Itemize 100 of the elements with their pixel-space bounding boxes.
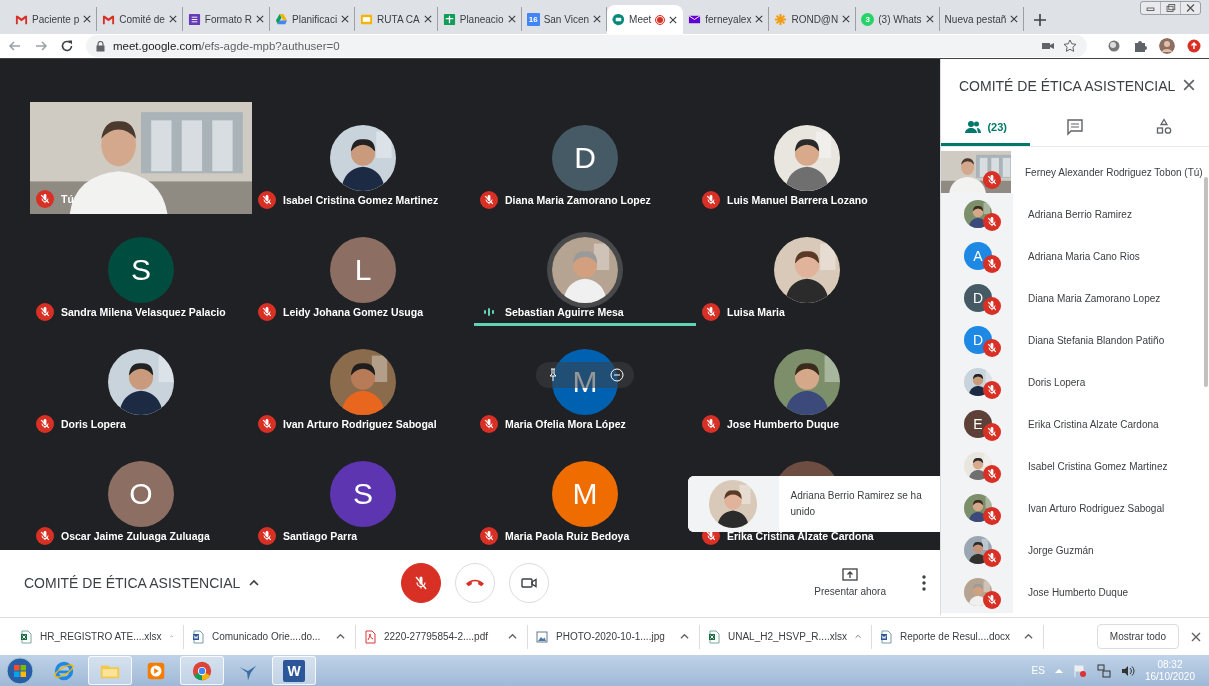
close-icon[interactable]	[341, 15, 350, 23]
download-item[interactable]: Comunicado Orie....do...	[184, 624, 356, 649]
panel-tab[interactable]: (23)	[941, 110, 1031, 146]
slides-icon	[360, 12, 374, 26]
calendar-icon: 16	[526, 12, 540, 26]
envelope-icon	[688, 12, 702, 26]
participant-name: Oscar Jaime Zuluaga Zuluaga	[61, 530, 210, 542]
participant-name: Adriana Berrio Ramirez	[1028, 208, 1132, 220]
profile-avatar[interactable]	[1159, 38, 1175, 54]
browser-tab[interactable]: RUTA CA	[355, 7, 438, 31]
close-icon[interactable]	[669, 15, 678, 24]
forward-icon[interactable]	[34, 39, 48, 53]
participant-name: Luis Manuel Barrera Lozano	[727, 194, 868, 206]
close-icon[interactable]	[593, 15, 602, 23]
address-field[interactable]: meet.google.com/efs-agde-mpb?authuser=0	[86, 35, 1087, 57]
update-icon[interactable]	[1187, 39, 1201, 53]
close-icon[interactable]	[1183, 78, 1195, 91]
caret-up-icon[interactable]	[680, 632, 689, 641]
avatar: S	[108, 237, 174, 303]
browser-tab[interactable]: Planeacio	[437, 7, 522, 31]
document-file-icon	[880, 629, 892, 644]
participant-name: Sebastian Aguirre Mesa	[505, 306, 624, 318]
spreadsheet-file-icon	[20, 629, 32, 644]
participant-name: Isabel Cristina Gomez Martinez	[283, 194, 439, 206]
notification-text: Adriana Berrio Ramirez se ha unido	[789, 489, 923, 519]
camera-button[interactable]	[509, 562, 549, 603]
new-tab-icon[interactable]	[1034, 14, 1047, 26]
close-icon[interactable]	[1010, 15, 1019, 23]
participant-name: Santiago Parra	[283, 530, 358, 542]
download-item[interactable]: HR_REGISTRO ATE....xlsx	[12, 624, 184, 649]
close-icon[interactable]	[755, 15, 764, 23]
close-icon[interactable]	[1191, 631, 1201, 642]
network-icon[interactable]	[1096, 663, 1111, 678]
browser-tab[interactable]: 16 San Vicen	[521, 7, 608, 31]
chat-icon	[1066, 117, 1084, 136]
close-icon[interactable]	[842, 15, 851, 23]
caret-up-icon[interactable]	[336, 632, 345, 641]
caret-up-icon[interactable]	[508, 632, 517, 641]
chat-bubble-icon	[612, 13, 626, 26]
recording-icon	[655, 14, 666, 25]
participant-name: Doris Lopera	[1028, 376, 1086, 388]
close-icon[interactable]	[83, 15, 92, 23]
avatar: M	[552, 349, 618, 415]
close-icon[interactable]	[507, 15, 516, 23]
browser-tab[interactable]: Comité de	[97, 7, 183, 31]
browser-tab[interactable]: Formato R	[182, 7, 271, 31]
spreadsheet-file-icon	[708, 629, 720, 644]
avatar: D	[552, 125, 618, 191]
participant-name: Ivan Arturo Rodriguez Sabogal	[283, 418, 437, 430]
caret-up-icon[interactable]	[1024, 632, 1033, 641]
close-icon[interactable]	[256, 15, 265, 23]
panel-title: COMITÉ DE ÉTICA ASISTENCIAL	[959, 76, 1176, 94]
remove-icon[interactable]	[610, 368, 624, 382]
back-icon[interactable]	[8, 39, 22, 53]
browser-tab[interactable]: Nueva pestañ	[939, 7, 1025, 31]
browser-tab[interactable]: Meet	[607, 5, 684, 34]
extension-circle-icon[interactable]	[1107, 39, 1121, 53]
participant-name: Erika Cristina Alzate Cardona	[727, 530, 874, 542]
taskbar-app[interactable]	[180, 656, 224, 685]
microphone-button[interactable]	[401, 562, 441, 603]
close-icon[interactable]	[168, 15, 177, 23]
asterisk-icon	[774, 12, 788, 26]
drive-icon	[275, 12, 289, 26]
browser-tab[interactable]: Planificaci	[270, 7, 356, 31]
browser-tab[interactable]: Paciente p	[10, 7, 98, 31]
puzzle-icon[interactable]	[1133, 39, 1147, 53]
browser-tab[interactable]: ROND@N	[769, 7, 857, 31]
taskbar-app[interactable]: W	[272, 656, 316, 685]
star-icon[interactable]	[1063, 39, 1077, 53]
participant-name: Ivan Arturo Rodriguez Sabogal	[1028, 502, 1165, 514]
participant-name: Doris Lopera	[61, 418, 126, 430]
start-button[interactable]	[4, 655, 36, 686]
document-file-icon	[192, 629, 204, 644]
participant-name: Erika Cristina Alzate Cardona	[1028, 418, 1159, 430]
browser-tab[interactable]: 3 (3) Whats	[856, 7, 940, 31]
participant-name: Ferney Alexander Rodriguez Tobon (Tú)	[1025, 166, 1203, 178]
browser-tab[interactable]: ferneyalex	[683, 7, 770, 31]
participant-name: Tú	[61, 193, 74, 205]
participant-name: Luisa Maria	[727, 306, 785, 318]
participant-name: Maria Ofelia Mora López	[505, 418, 626, 430]
scrollbar[interactable]	[1204, 177, 1208, 387]
flag-icon[interactable]	[1072, 663, 1087, 678]
show-all-button[interactable]: Mostrar todo	[1096, 624, 1179, 649]
download-item[interactable]: PHOTO-2020-10-1....jpg	[528, 624, 700, 649]
participant-name: Isabel Cristina Gomez Martinez	[1028, 460, 1168, 472]
present-now-button[interactable]: Presentar ahora	[814, 568, 886, 597]
volume-icon[interactable]	[1120, 663, 1135, 678]
pdf-file-icon	[364, 629, 376, 644]
phone-icon	[466, 578, 484, 587]
more-options-icon[interactable]	[922, 574, 926, 591]
close-icon[interactable]	[925, 15, 934, 23]
participant-name: Diana Maria Zamorano Lopez	[1028, 292, 1161, 304]
sheet-icon	[442, 12, 456, 26]
reload-icon[interactable]	[60, 39, 74, 53]
download-item[interactable]: 2220-27795854-2....pdf	[356, 624, 528, 649]
hang-up-button[interactable]	[455, 562, 495, 603]
close-icon[interactable]	[423, 15, 432, 23]
word-icon: W	[283, 659, 305, 682]
download-item[interactable]: Reporte de Resul....docx	[872, 624, 1044, 649]
download-item[interactable]: UNAL_H2_HSVP_R....xlsx	[700, 624, 872, 649]
